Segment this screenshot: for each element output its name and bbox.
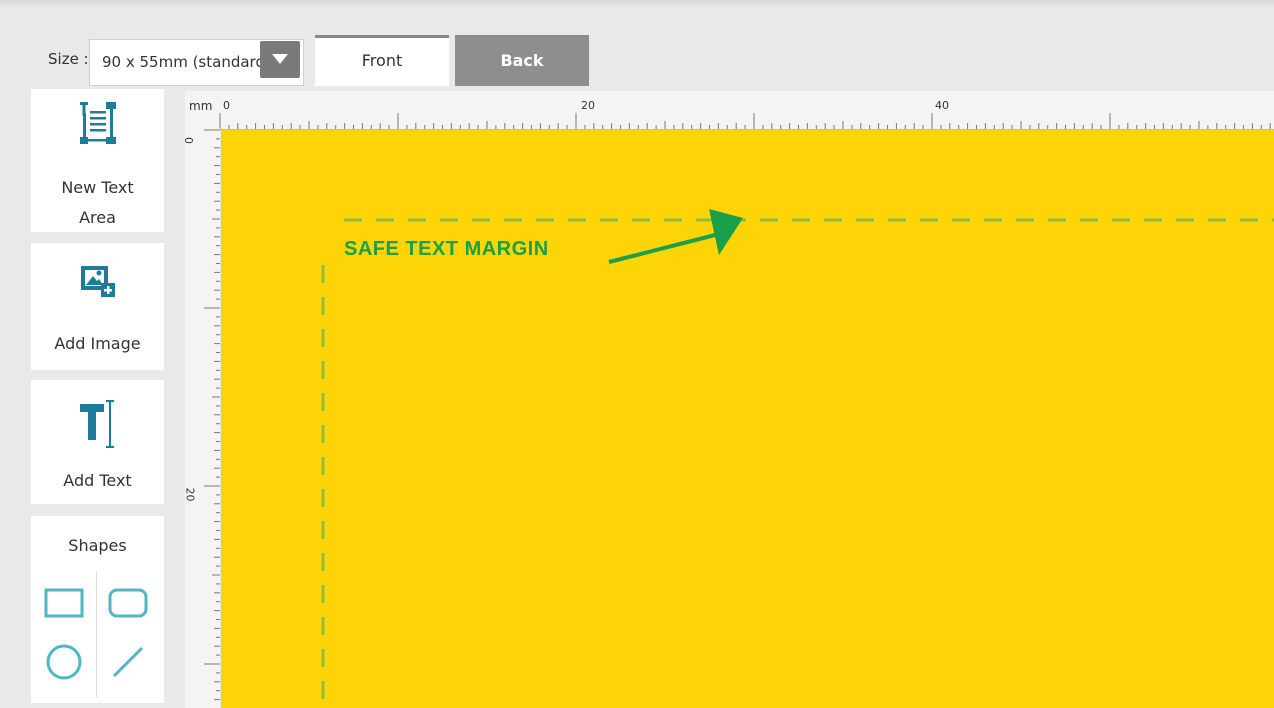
new-text-area-label-2: Area [79, 208, 116, 227]
shapes-label: Shapes [68, 536, 127, 555]
text-area-icon [78, 99, 118, 149]
ruler-top-number: 20 [581, 99, 595, 112]
rounded-rectangle-shape-icon[interactable] [108, 582, 148, 622]
shapes-divider [96, 571, 97, 697]
add-image-icon [78, 261, 118, 305]
line-shape-icon[interactable] [108, 642, 148, 682]
ruler-vertical: 0 20 [185, 128, 220, 708]
add-image-button[interactable]: Add Image [31, 243, 164, 370]
size-select-value: 90 x 55mm (standard) [102, 53, 260, 71]
ruler-left-number: 20 [185, 487, 197, 502]
new-text-area-label: New Text [61, 178, 134, 197]
ruler-left-number: 0 [185, 137, 195, 144]
tab-back[interactable]: Back [455, 35, 589, 86]
ruler-horizontal: mm 0 20 40 [185, 91, 1274, 130]
top-border [0, 0, 1274, 8]
size-label: Size : [48, 50, 89, 68]
chevron-down-icon[interactable] [260, 41, 300, 78]
safe-margin-overlay [321, 209, 1274, 708]
text-cursor-icon [78, 398, 118, 452]
design-canvas[interactable]: SAFE TEXT MARGIN [221, 130, 1274, 708]
add-text-button[interactable]: Add Text [31, 380, 164, 504]
size-select[interactable]: 90 x 55mm (standard) [89, 39, 304, 86]
ruler-top-number: 0 [223, 99, 230, 112]
annotation-arrow-head [709, 209, 743, 255]
add-image-label: Add Image [54, 334, 141, 353]
ruler-unit: mm [189, 99, 213, 113]
circle-shape-icon[interactable] [44, 642, 84, 682]
add-text-label: Add Text [63, 471, 132, 490]
annotation-arrow-shaft [608, 232, 720, 264]
safe-text-margin-label: SAFE TEXT MARGIN [344, 238, 549, 260]
tab-front[interactable]: Front [315, 35, 449, 86]
new-text-area-button[interactable]: New Text Area [31, 89, 164, 232]
shapes-panel: Shapes [31, 516, 164, 703]
ruler-top-number: 40 [935, 99, 949, 112]
rectangle-shape-icon[interactable] [44, 582, 84, 622]
